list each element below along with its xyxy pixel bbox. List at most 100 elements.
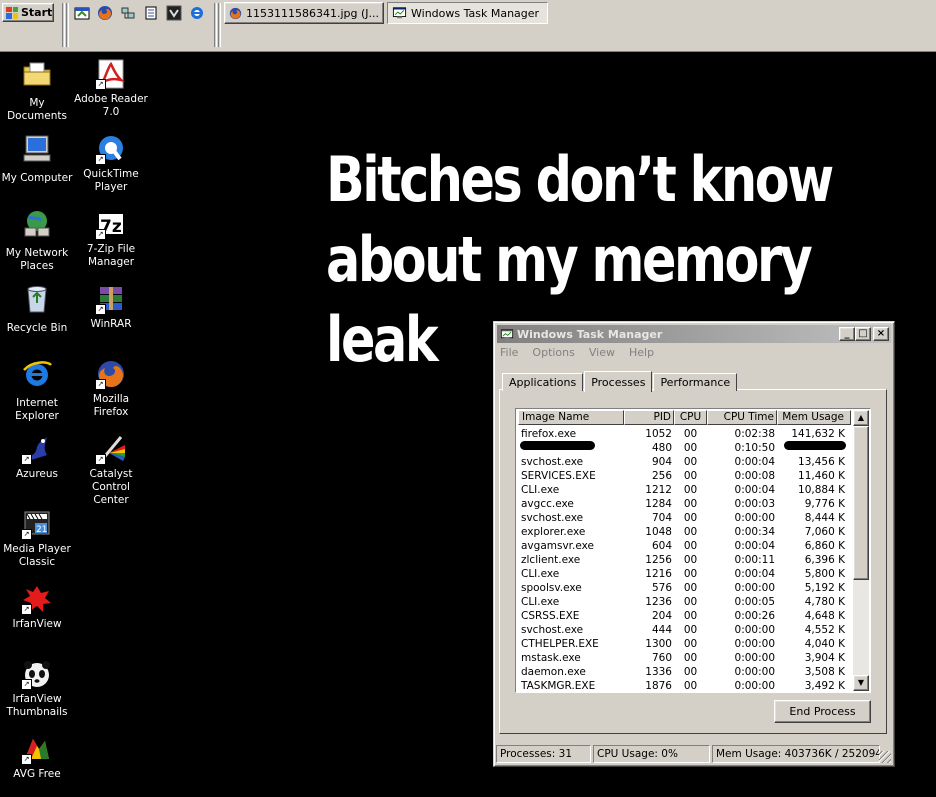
- process-cpu: 00: [683, 526, 698, 538]
- network-icon[interactable]: [120, 5, 136, 21]
- desktop-icon-recycle-bin[interactable]: Recycle Bin: [0, 283, 74, 335]
- process-cpu: 00: [683, 596, 698, 608]
- ie-icon[interactable]: [189, 5, 205, 21]
- desktop-icon-my-computer[interactable]: My Computer: [0, 133, 74, 185]
- process-cpu-time: 0:00:04: [734, 540, 775, 552]
- tab-processes[interactable]: Processes: [584, 371, 653, 392]
- desktop-icon-media-player-classic[interactable]: 21 ↗ Media Player Classic: [0, 508, 74, 569]
- menu-file[interactable]: File: [500, 346, 518, 359]
- tab-applications[interactable]: Applications: [502, 373, 584, 391]
- desktop-icon-azureus[interactable]: ↗ Azureus: [0, 433, 74, 481]
- desktop-icon-my-documents[interactable]: My Documents: [0, 58, 74, 123]
- desktop-icon-internet-explorer[interactable]: Internet Explorer: [0, 358, 74, 423]
- desktop-icon-7zip[interactable]: 7z ↗ 7-Zip File Manager: [74, 208, 148, 269]
- vertical-scrollbar[interactable]: ▲ ▼: [853, 410, 869, 691]
- table-row[interactable]: avgamsvr.exe 604 00 0:00:04 6,860 K: [518, 539, 851, 553]
- table-row[interactable]: svchost.exe 904 00 0:00:04 13,456 K: [518, 455, 851, 469]
- media-player-classic-icon: 21 ↗: [21, 508, 53, 540]
- table-row[interactable]: daemon.exe 1336 00 0:00:00 3,508 K: [518, 665, 851, 679]
- tab-performance[interactable]: Performance: [653, 373, 738, 391]
- table-row[interactable]: CLI.exe 1216 00 0:00:04 5,800 K: [518, 567, 851, 581]
- column-image-name[interactable]: Image Name: [518, 410, 624, 425]
- close-button[interactable]: ×: [873, 327, 889, 341]
- irfanview-icon: ↗: [21, 583, 53, 615]
- table-row[interactable]: SERVICES.EXE 256 00 0:00:08 11,460 K: [518, 469, 851, 483]
- table-row[interactable]: avgcc.exe 1284 00 0:00:03 9,776 K: [518, 497, 851, 511]
- desktop-icon-irfanview[interactable]: ↗ IrfanView: [0, 583, 74, 631]
- desktop-icon-label: IrfanView: [12, 618, 62, 630]
- desktop-icon-quicktime-player[interactable]: ↗ QuickTime Player: [74, 133, 148, 194]
- task-button-image[interactable]: 1153111586341.jpg (J...: [224, 2, 384, 24]
- table-row[interactable]: zlclient.exe 1256 00 0:00:11 6,396 K: [518, 553, 851, 567]
- desktop-icon-my-network-places[interactable]: My Network Places: [0, 208, 74, 273]
- column-cpu[interactable]: CPU: [674, 410, 707, 425]
- process-image-name: explorer.exe: [521, 526, 586, 538]
- title-bar[interactable]: Windows Task Manager _ □ ×: [497, 325, 891, 343]
- table-row[interactable]: TASKMGR.EXE 1876 00 0:00:00 3,492 K: [518, 679, 851, 693]
- notepad-icon[interactable]: [143, 5, 159, 21]
- process-mem-usage: 3,904 K: [804, 652, 845, 664]
- process-pid: 704: [651, 512, 672, 524]
- process-mem-usage: 4,780 K: [804, 596, 845, 608]
- table-row[interactable]: CTHELPER.EXE 1300 00 0:00:00 4,040 K: [518, 637, 851, 651]
- process-list[interactable]: Image Name PID CPU CPU Time Mem Usage fi…: [515, 408, 871, 693]
- desktop-icon-winrar[interactable]: ↗ WinRAR: [74, 283, 148, 331]
- desktop-icon-mozilla-firefox[interactable]: ↗ Mozilla Firefox: [74, 358, 148, 419]
- firefox-icon[interactable]: [97, 5, 113, 21]
- table-row[interactable]: firefox.exe 1052 00 0:02:38 141,632 K: [518, 427, 851, 441]
- process-mem-usage: 4,648 K: [804, 610, 845, 622]
- table-row[interactable]: explorer.exe 1048 00 0:00:34 7,060 K: [518, 525, 851, 539]
- process-cpu: 00: [683, 582, 698, 594]
- process-mem-usage: 4,040 K: [804, 638, 845, 650]
- shortcut-arrow-icon: ↗: [95, 304, 106, 315]
- column-pid[interactable]: PID: [624, 410, 674, 425]
- process-cpu-time: 0:00:05: [734, 596, 775, 608]
- desktop-icon-label: My Network Places: [5, 247, 69, 272]
- panda-icon: ↗: [21, 658, 53, 690]
- maximize-icon: □: [858, 328, 868, 339]
- desktop-icon-catalyst-control-center[interactable]: ↗ Catalyst Control Center: [74, 433, 148, 507]
- process-image-name: CTHELPER.EXE: [521, 638, 599, 650]
- maximize-button[interactable]: □: [855, 327, 871, 341]
- process-pid: 1256: [645, 554, 672, 566]
- process-cpu: 00: [683, 512, 698, 524]
- process-cpu-time: 0:00:04: [734, 484, 775, 496]
- desktop-icon-label: My Documents: [7, 97, 67, 122]
- table-row[interactable]: mstask.exe 760 00 0:00:00 3,904 K: [518, 651, 851, 665]
- desktop-icon-irfanview-thumbnails[interactable]: ↗ IrfanView Thumbnails: [0, 658, 74, 719]
- scroll-up-button[interactable]: ▲: [853, 410, 869, 426]
- table-row[interactable]: svchost.exe 704 00 0:00:00 8,444 K: [518, 511, 851, 525]
- menu-help[interactable]: Help: [629, 346, 654, 359]
- task-button-taskmgr[interactable]: Windows Task Manager: [387, 2, 548, 24]
- show-desktop-icon[interactable]: [74, 5, 90, 21]
- desktop-icon-label: Internet Explorer: [15, 397, 59, 422]
- scroll-down-button[interactable]: ▼: [853, 675, 869, 691]
- table-row[interactable]: svchost.exe 444 00 0:00:00 4,552 K: [518, 623, 851, 637]
- desktop-icon-adobe-reader[interactable]: ↗ Adobe Reader 7.0: [74, 58, 148, 119]
- taskbar-separator: [214, 3, 217, 47]
- table-row[interactable]: CLI.exe 1236 00 0:00:05 4,780 K: [518, 595, 851, 609]
- minimize-button[interactable]: _: [839, 327, 855, 341]
- desktop-icon-label: Mozilla Firefox: [92, 393, 130, 418]
- arrow-down-icon: ▼: [857, 678, 865, 687]
- start-button[interactable]: Start: [2, 3, 54, 22]
- tab-strip: Applications Processes Performance: [502, 370, 738, 392]
- process-mem-usage: 4,552 K: [804, 624, 845, 636]
- shortcut-arrow-icon: ↗: [95, 229, 106, 240]
- column-cpu-time[interactable]: CPU Time: [707, 410, 777, 425]
- menu-options[interactable]: Options: [532, 346, 574, 359]
- table-row[interactable]: CLI.exe 1212 00 0:00:04 10,884 K: [518, 483, 851, 497]
- table-row[interactable]: spoolsv.exe 576 00 0:00:00 5,192 K: [518, 581, 851, 595]
- menu-bar: File Options View Help: [500, 346, 654, 359]
- process-image-name: svchost.exe: [521, 456, 584, 468]
- recycle-bin-icon: [27, 286, 47, 313]
- column-mem-usage[interactable]: Mem Usage: [777, 410, 851, 425]
- resize-grip[interactable]: [879, 751, 891, 763]
- winamp-icon[interactable]: [166, 5, 182, 21]
- end-process-button[interactable]: End Process: [774, 700, 871, 723]
- table-row[interactable]: CSRSS.EXE 204 00 0:00:26 4,648 K: [518, 609, 851, 623]
- menu-view[interactable]: View: [589, 346, 615, 359]
- desktop-icon-avg-free[interactable]: ↗ AVG Free: [0, 733, 74, 781]
- scrollbar-thumb[interactable]: [853, 426, 869, 580]
- process-mem-usage: 13,456 K: [798, 456, 845, 468]
